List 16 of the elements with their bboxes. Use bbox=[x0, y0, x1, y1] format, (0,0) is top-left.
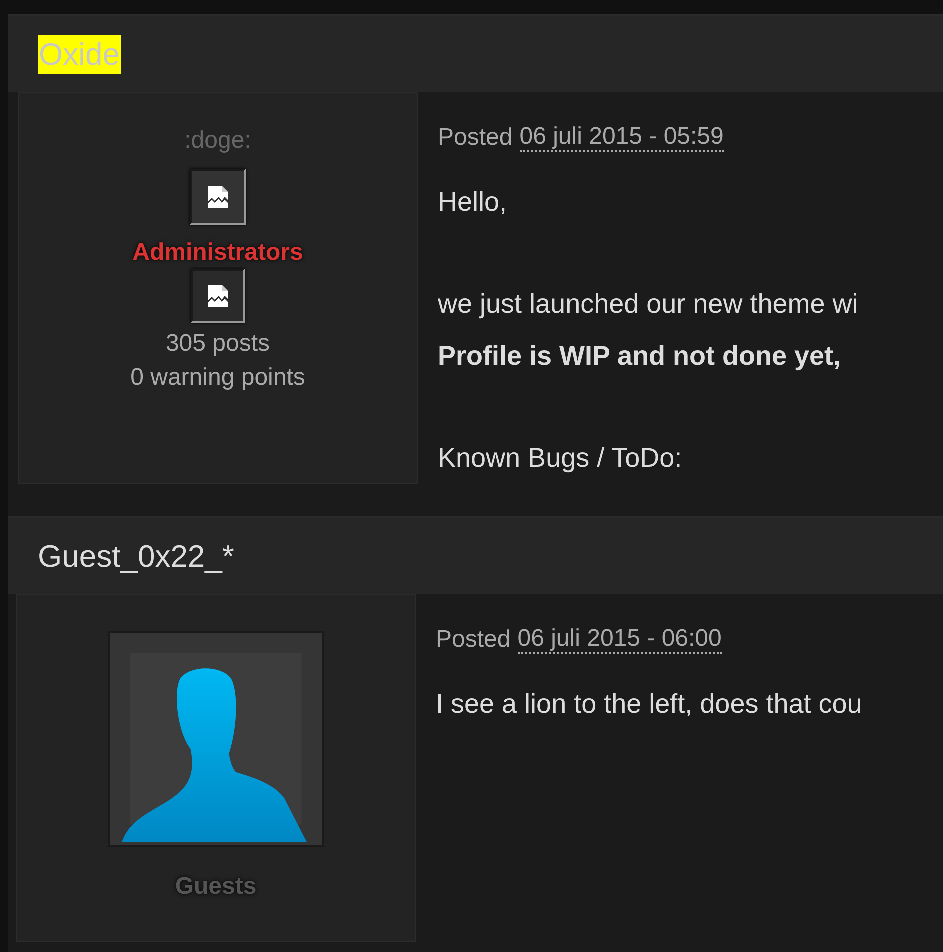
broken-image-icon bbox=[190, 169, 246, 225]
group-name: Administrators bbox=[132, 238, 304, 268]
post-text: I see a lion to the left, does that cou bbox=[436, 688, 862, 721]
member-title: :doge: bbox=[184, 127, 252, 155]
post-text: Profile is WIP and not done yet, bbox=[438, 340, 842, 373]
post-text: Known Bugs / ToDo: bbox=[438, 442, 684, 475]
broken-image-icon bbox=[191, 269, 245, 323]
posted-label: Posted bbox=[438, 124, 513, 152]
post-date: 06 juli 2015 - 05:59 bbox=[520, 124, 724, 152]
post-text: Hello, bbox=[438, 186, 508, 219]
posted-label: Posted bbox=[436, 626, 511, 654]
post-date: 06 juli 2015 - 06:00 bbox=[518, 626, 722, 654]
post-text: we just launched our new theme wi bbox=[438, 288, 858, 321]
author-name[interactable]: Guest_0x22_* bbox=[38, 540, 234, 572]
post-count: 305 posts bbox=[166, 329, 270, 359]
warning-points: 0 warning points bbox=[130, 363, 306, 393]
